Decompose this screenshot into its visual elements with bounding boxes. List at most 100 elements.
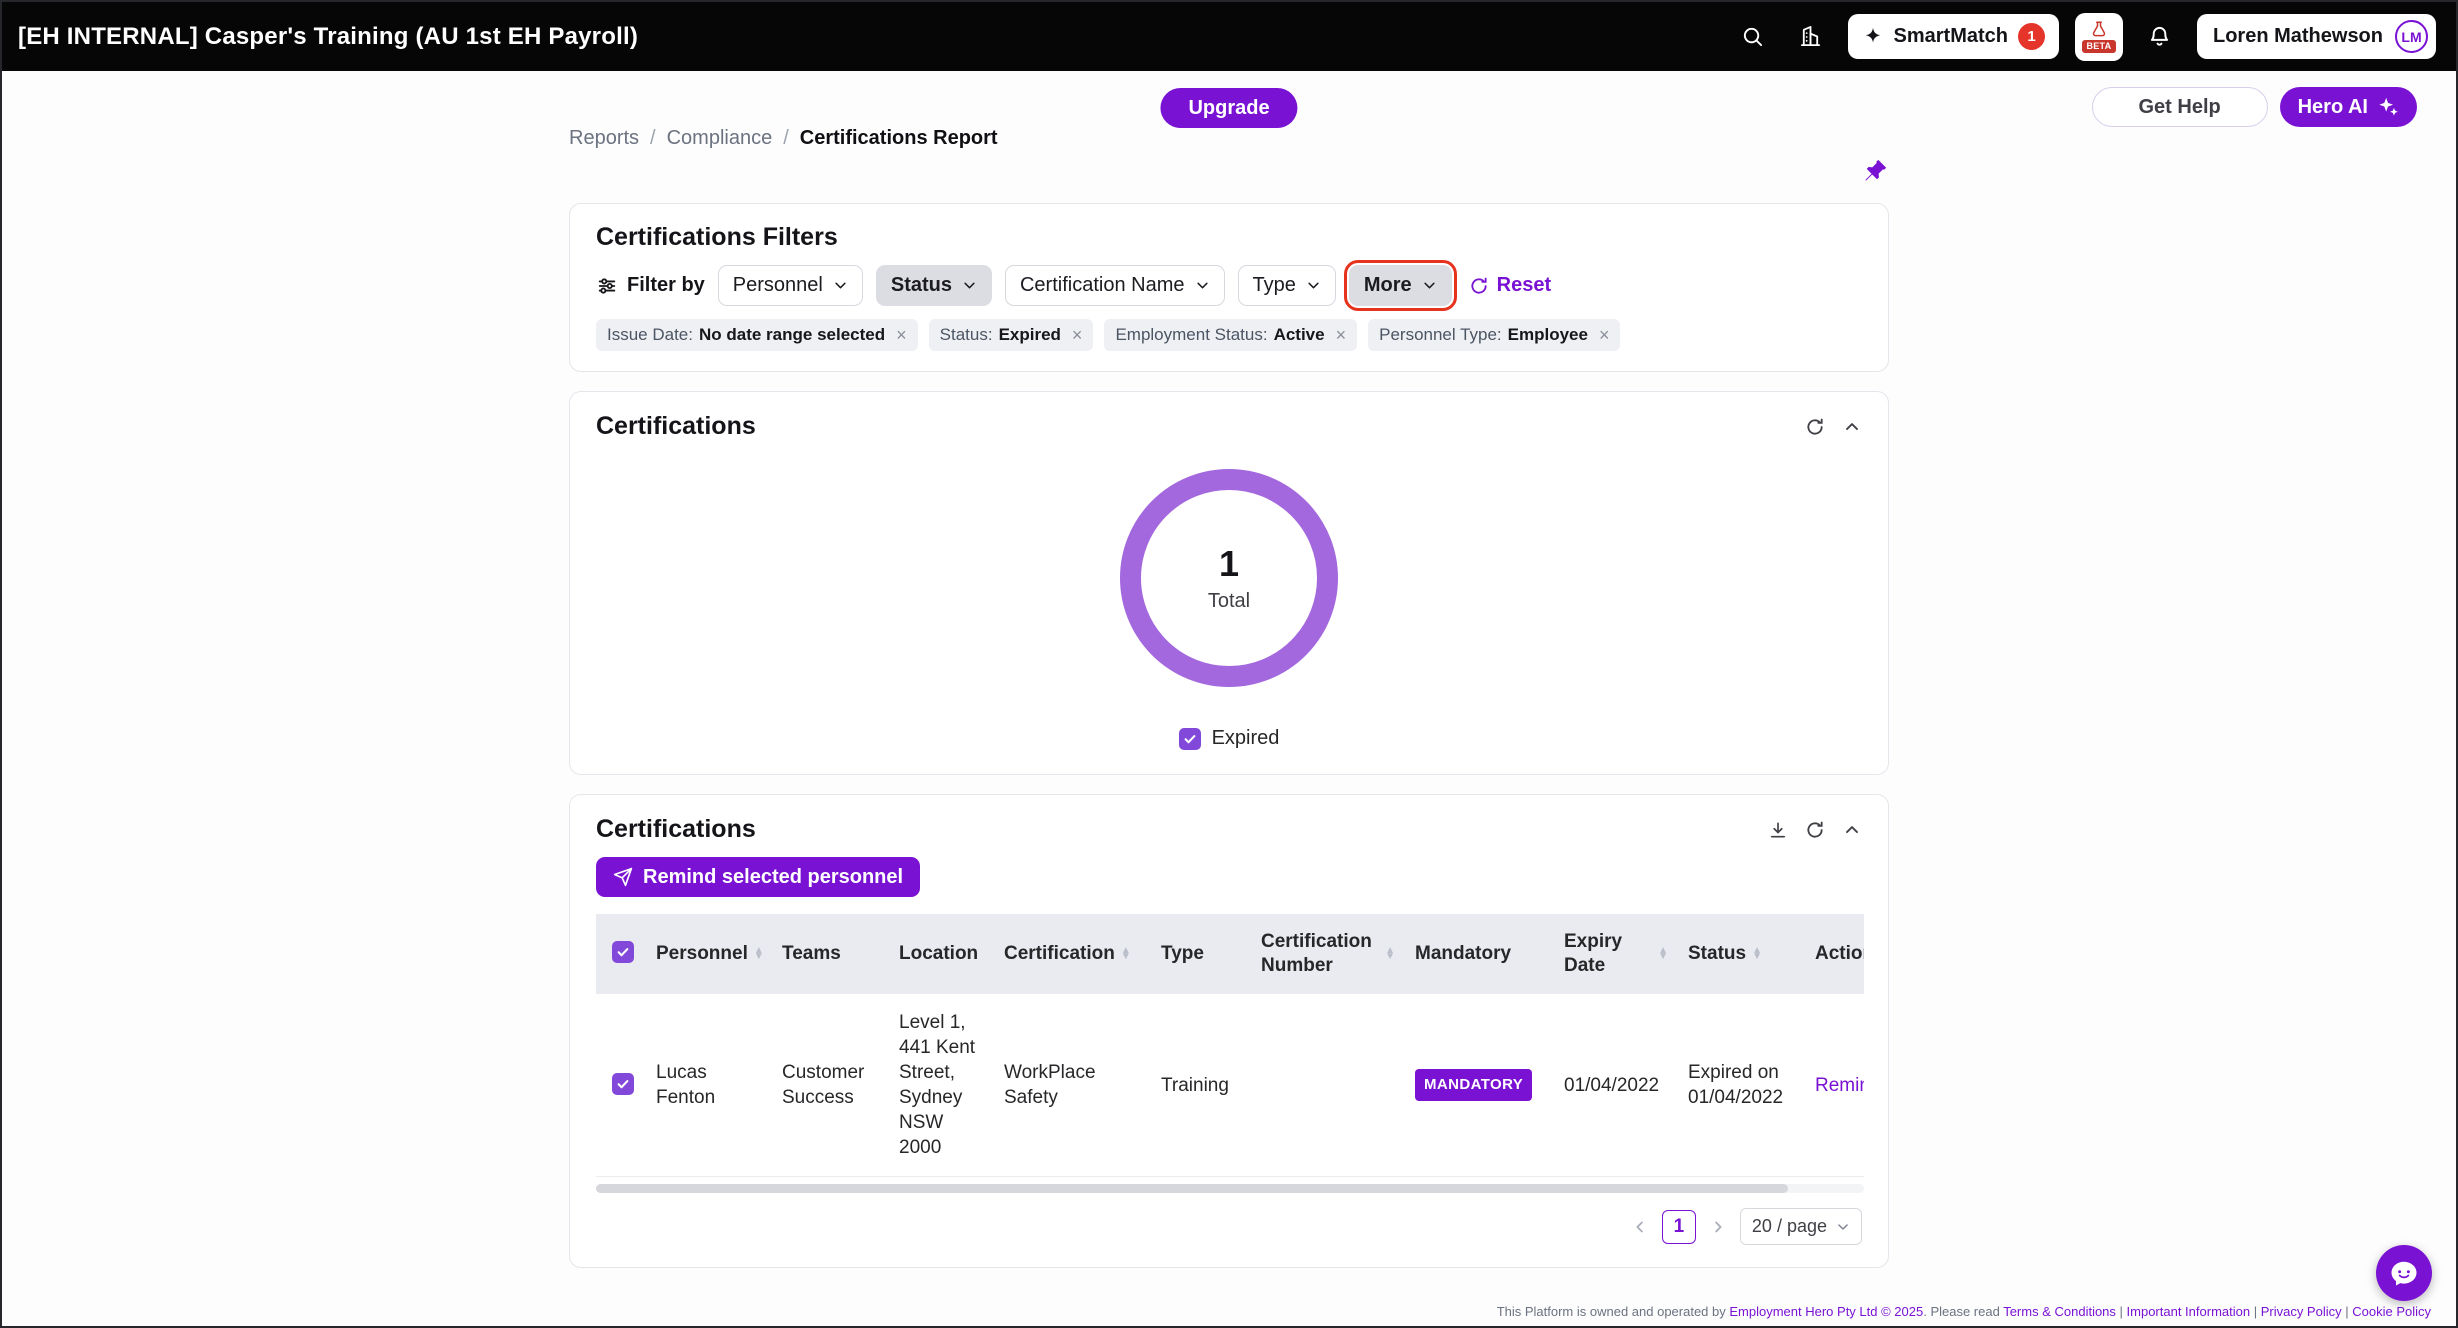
chip-employment-status: Employment Status:Active × — [1104, 319, 1357, 351]
filter-more-button[interactable]: More — [1349, 265, 1452, 306]
filter-type-button[interactable]: Type — [1238, 265, 1336, 306]
cell-location: Level 1, 441 Kent Street, Sydney NSW 200… — [889, 994, 994, 1177]
filter-certification-name-button[interactable]: Certification Name — [1005, 265, 1225, 306]
page-header: Upgrade Get Help Hero AI Reports / Compl… — [2, 71, 2456, 203]
smartmatch-icon — [1862, 26, 1884, 48]
reset-icon — [1469, 276, 1489, 296]
breadcrumb-reports[interactable]: Reports — [569, 127, 639, 150]
topbar: [EH INTERNAL] Casper's Training (AU 1st … — [2, 2, 2456, 71]
horizontal-scrollbar[interactable] — [596, 1184, 1864, 1193]
table-viewport: Personnel▲▼ Teams Location Certification… — [596, 914, 1864, 1177]
remind-selected-button[interactable]: Remind selected personnel — [596, 857, 920, 897]
row-select-cell — [596, 994, 646, 1177]
user-name: Loren Mathewson — [2213, 25, 2383, 48]
building-icon — [1799, 25, 1822, 48]
chat-button[interactable] — [2376, 1245, 2432, 1301]
bell-icon — [2148, 25, 2171, 48]
cell-personnel: Lucas Fenton — [646, 994, 772, 1177]
filter-status-label: Status — [891, 274, 952, 297]
main-content: Certifications Filters Filter by Personn… — [569, 203, 1889, 1268]
beta-feature-button[interactable]: BETA — [2075, 13, 2123, 61]
filter-by-label: Filter by — [627, 274, 705, 297]
cell-certification: WorkPlace Safety — [994, 994, 1151, 1177]
donut-total-value: 1 — [1208, 543, 1250, 585]
search-icon — [1741, 25, 1764, 48]
mandatory-badge: MANDATORY — [1415, 1069, 1532, 1101]
scrollbar-thumb[interactable] — [596, 1184, 1788, 1193]
important-info-link[interactable]: Important Information — [2127, 1304, 2251, 1319]
page-1-button[interactable]: 1 — [1662, 1210, 1696, 1244]
sort-icon[interactable]: ▲▼ — [754, 948, 764, 960]
certifications-table-card: Certifications Remind selected personnel — [569, 794, 1889, 1268]
remind-link[interactable]: Remind — [1815, 1075, 1864, 1096]
filter-sliders-icon — [596, 275, 618, 297]
notifications-button[interactable] — [2139, 16, 2181, 58]
terms-link[interactable]: Terms & Conditions — [2003, 1304, 2116, 1319]
legend-expired-checkbox[interactable] — [1179, 728, 1201, 750]
close-icon[interactable]: × — [1599, 326, 1610, 344]
user-menu-button[interactable]: Loren Mathewson LM — [2197, 14, 2436, 59]
close-icon[interactable]: × — [1336, 326, 1347, 344]
sort-icon[interactable]: ▲▼ — [1121, 948, 1131, 960]
footer: This Platform is owned and operated by E… — [1497, 1304, 2431, 1319]
sort-icon[interactable]: ▲▼ — [1752, 948, 1762, 960]
cookie-link[interactable]: Cookie Policy — [2352, 1304, 2431, 1319]
refresh-button[interactable] — [1805, 820, 1825, 840]
chat-bubble-icon — [2389, 1258, 2419, 1288]
row-checkbox[interactable] — [612, 1073, 634, 1095]
donut-total-label: Total — [1208, 590, 1250, 613]
filter-status-button[interactable]: Status — [876, 265, 992, 306]
column-personnel[interactable]: Personnel▲▼ — [646, 914, 772, 994]
column-action: Action — [1805, 914, 1864, 994]
column-expiry-date[interactable]: Expiry Date▲▼ — [1554, 914, 1678, 994]
filter-by: Filter by — [596, 274, 705, 297]
column-status[interactable]: Status▲▼ — [1678, 914, 1805, 994]
cell-teams: Customer Success — [772, 994, 889, 1177]
sort-icon[interactable]: ▲▼ — [1658, 948, 1668, 960]
chevron-down-icon — [1836, 1220, 1850, 1234]
column-certification[interactable]: Certification▲▼ — [994, 914, 1151, 994]
beta-badge: BETA — [2082, 40, 2115, 53]
chevron-down-icon — [1422, 278, 1437, 293]
sort-icon[interactable]: ▲▼ — [1385, 948, 1395, 960]
search-button[interactable] — [1732, 16, 1774, 58]
company-link[interactable]: Employment Hero Pty Ltd © 2025 — [1729, 1304, 1923, 1319]
legend-expired-label: Expired — [1212, 727, 1280, 750]
collapse-button[interactable] — [1842, 820, 1862, 840]
sparkles-icon — [2377, 96, 2399, 118]
certifications-chart-card: Certifications 1 Total Expired — [569, 391, 1889, 775]
privacy-link[interactable]: Privacy Policy — [2261, 1304, 2342, 1319]
org-title: [EH INTERNAL] Casper's Training (AU 1st … — [18, 23, 638, 51]
table-header-row: Personnel▲▼ Teams Location Certification… — [596, 914, 1864, 994]
get-help-button[interactable]: Get Help — [2092, 87, 2268, 127]
cell-certification-number — [1251, 994, 1405, 1177]
reset-filters-button[interactable]: Reset — [1469, 274, 1551, 297]
active-filter-chips: Issue Date:No date range selected × Stat… — [596, 319, 1862, 351]
column-teams: Teams — [772, 914, 889, 994]
app-window: [EH INTERNAL] Casper's Training (AU 1st … — [0, 0, 2458, 1328]
company-switcher-button[interactable] — [1790, 16, 1832, 58]
header-actions: Get Help Hero AI — [2092, 87, 2417, 127]
download-button[interactable] — [1768, 820, 1788, 840]
select-all-header — [596, 914, 646, 994]
breadcrumb-separator: / — [650, 127, 656, 150]
filters-card: Certifications Filters Filter by Personn… — [569, 203, 1889, 372]
close-icon[interactable]: × — [896, 326, 907, 344]
breadcrumb: Reports / Compliance / Certifications Re… — [569, 127, 998, 150]
column-certification-number[interactable]: Certification Number▲▼ — [1251, 914, 1405, 994]
breadcrumb-compliance[interactable]: Compliance — [667, 127, 773, 150]
filter-row: Filter by Personnel Status Certification… — [596, 265, 1862, 306]
refresh-button[interactable] — [1805, 417, 1825, 437]
filter-personnel-button[interactable]: Personnel — [718, 265, 863, 306]
next-page-button[interactable] — [1709, 1218, 1727, 1236]
prev-page-button[interactable] — [1631, 1218, 1649, 1236]
filters-title: Certifications Filters — [596, 223, 1862, 252]
hero-ai-button[interactable]: Hero AI — [2280, 87, 2417, 127]
smartmatch-button[interactable]: SmartMatch 1 — [1848, 14, 2059, 59]
close-icon[interactable]: × — [1072, 326, 1083, 344]
page-size-select[interactable]: 20 / page — [1740, 1208, 1862, 1245]
select-all-checkbox[interactable] — [612, 941, 634, 963]
collapse-button[interactable] — [1842, 417, 1862, 437]
filter-personnel-label: Personnel — [733, 274, 823, 297]
chart-legend: Expired — [596, 727, 1862, 750]
